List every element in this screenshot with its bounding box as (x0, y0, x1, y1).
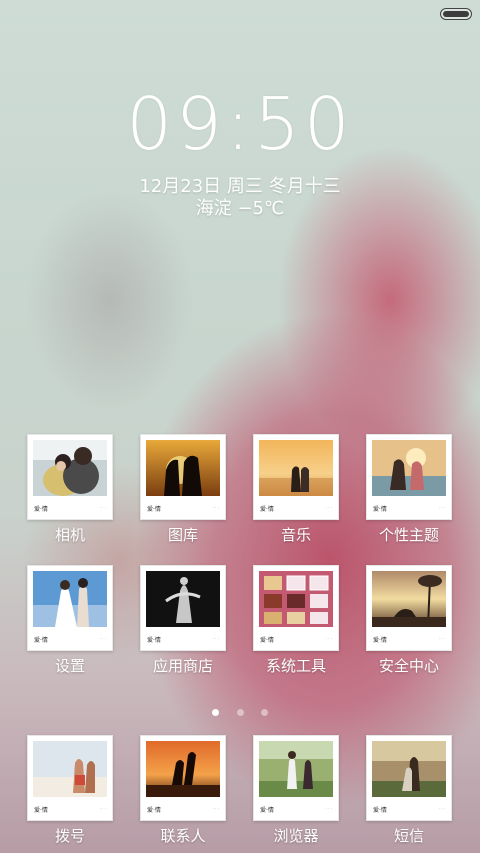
browser-icon: 爱·情 · · · (253, 735, 339, 821)
phone-icon: 爱·情 · · · (27, 735, 113, 821)
app-label: 拨号 (54, 827, 85, 845)
app-label: 安全中心 (378, 657, 439, 675)
app-music[interactable]: 爱·情 · · · 音乐 (253, 434, 339, 545)
page-indicator[interactable] (0, 701, 480, 720)
page-dot[interactable] (212, 709, 220, 716)
app-store[interactable]: 爱·情 · · · 应用商店 (140, 565, 226, 676)
app-label: 系统工具 (265, 657, 326, 675)
app-security[interactable]: 爱·情 · · · 安全中心 (366, 565, 452, 676)
app-messages[interactable]: 爱·情 · · · 短信 (366, 735, 452, 846)
app-theme[interactable]: 爱·情 · · · 个性主题 (366, 434, 452, 545)
app-settings[interactable]: 爱·情 · · · 设置 (27, 565, 113, 676)
app-gallery[interactable]: 爱·情 · · · 图库 (140, 434, 226, 545)
app-browser[interactable]: 爱·情 · · · 浏览器 (253, 735, 339, 846)
settings-icon: 爱·情 · · · (27, 565, 113, 651)
page-dot[interactable] (260, 709, 268, 716)
app-label: 设置 (54, 657, 85, 675)
messages-icon: 爱·情 · · · (366, 735, 452, 821)
app-store-icon: 爱·情 · · · (140, 565, 226, 651)
app-label: 音乐 (280, 526, 311, 544)
app-label: 浏览器 (273, 827, 319, 845)
lockscreen-clock: 09:50 (126, 82, 354, 166)
battery-icon (440, 8, 472, 20)
app-label: 应用商店 (152, 657, 213, 675)
contacts-icon: 爱·情 · · · (140, 735, 226, 821)
app-camera[interactable]: 爱·情 · · · 相机 (27, 434, 113, 545)
camera-icon: 爱·情 · · · (27, 434, 113, 520)
gallery-icon: 爱·情 · · · (140, 434, 226, 520)
app-label: 图库 (167, 526, 198, 544)
weather-label: 海淀 −5℃ (195, 198, 285, 219)
theme-icon: 爱·情 · · · (366, 434, 452, 520)
app-label: 短信 (393, 827, 424, 845)
app-label: 个性主题 (378, 526, 439, 544)
app-label: 相机 (54, 526, 85, 544)
app-contacts[interactable]: 爱·情 · · · 联系人 (140, 735, 226, 846)
app-phone[interactable]: 爱·情 · · · 拨号 (27, 735, 113, 846)
system-tools-icon: 爱·情 · · · (253, 565, 339, 651)
app-label: 联系人 (160, 827, 206, 845)
page-dot[interactable] (236, 709, 244, 716)
app-system-tools[interactable]: 爱·情 · · · 系统工具 (253, 565, 339, 676)
security-icon: 爱·情 · · · (366, 565, 452, 651)
music-icon: 爱·情 · · · (253, 434, 339, 520)
